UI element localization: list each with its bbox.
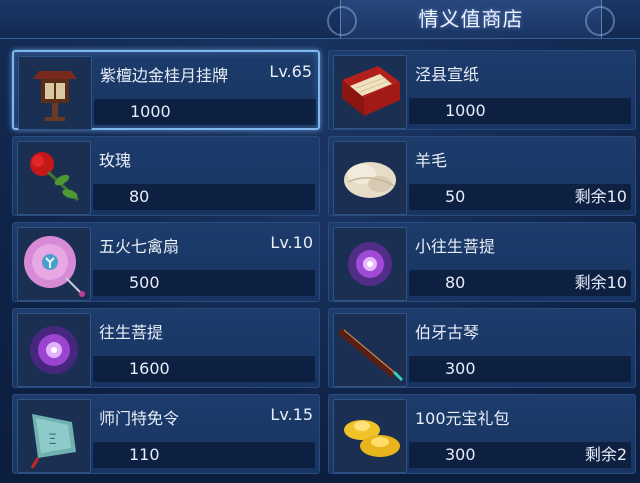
shop-item[interactable]: 羊毛 50 剩余10 <box>328 136 636 216</box>
paper-box-icon <box>333 55 407 129</box>
item-price: 500 <box>129 273 160 292</box>
item-remaining: 剩余10 <box>574 187 627 206</box>
price-bar: 1000 <box>94 99 316 125</box>
title-plate: 情义值商店 <box>327 0 615 38</box>
item-name: 泾县宣纸 <box>415 65 480 84</box>
price-bar: 1000 <box>409 98 631 124</box>
shop-item[interactable]: 玫瑰 80 <box>12 136 320 216</box>
shop-item[interactable]: 100元宝礼包 300 剩余2 <box>328 394 636 474</box>
item-name: 小往生菩提 <box>415 237 496 256</box>
price-bar: 1600 <box>93 356 315 382</box>
shop-item[interactable]: 泾县宣纸 1000 <box>328 50 636 130</box>
purple-flower-icon <box>17 313 91 387</box>
top-bar: 情义值商店 <box>0 0 640 39</box>
item-remaining: 剩余10 <box>574 273 627 292</box>
jade-token-icon: Ξ <box>17 399 91 473</box>
shop-title: 情义值商店 <box>418 7 524 31</box>
item-name: 羊毛 <box>415 151 448 170</box>
item-level: Lv.10 <box>270 233 313 252</box>
item-price: 300 <box>445 359 476 378</box>
item-price: 1000 <box>445 101 486 120</box>
item-price: 300 <box>445 445 476 464</box>
wooden-lantern-icon <box>18 56 92 130</box>
item-level: Lv.65 <box>269 62 312 81</box>
shop-item[interactable]: 小往生菩提 80 剩余10 <box>328 222 636 302</box>
item-remaining: 剩余2 <box>584 445 627 464</box>
wool-icon <box>333 141 407 215</box>
item-grid: 紫檀边金桂月挂牌 Lv.65 1000 泾县宣纸 1000 玫瑰 80 羊毛 5… <box>12 50 636 478</box>
item-price: 80 <box>445 273 466 292</box>
price-bar: 300 <box>409 356 631 382</box>
shop-item[interactable]: 紫檀边金桂月挂牌 Lv.65 1000 <box>12 50 320 130</box>
item-price: 1600 <box>129 359 170 378</box>
purple-flower-icon <box>333 227 407 301</box>
item-name: 伯牙古琴 <box>415 323 480 342</box>
item-name: 五火七禽扇 <box>99 237 180 256</box>
price-bar: 300 剩余2 <box>409 442 631 468</box>
item-price: 1000 <box>130 102 171 121</box>
item-price: 110 <box>129 445 160 464</box>
item-price: 50 <box>445 187 466 206</box>
item-name: 往生菩提 <box>99 323 164 342</box>
item-name: 紫檀边金桂月挂牌 <box>100 66 229 85</box>
item-price: 80 <box>129 187 150 206</box>
rose-icon <box>17 141 91 215</box>
feather-fan-icon <box>17 227 91 301</box>
gold-ingot-icon <box>333 399 407 473</box>
price-bar: 50 剩余10 <box>409 184 631 210</box>
shop-item[interactable]: 往生菩提 1600 <box>12 308 320 388</box>
item-name: 师门特免令 <box>99 409 180 428</box>
price-bar: 500 <box>93 270 315 296</box>
svg-text:Ξ: Ξ <box>48 432 57 448</box>
price-bar: 110 <box>93 442 315 468</box>
shop-item[interactable]: 伯牙古琴 300 <box>328 308 636 388</box>
shop-item[interactable]: 五火七禽扇 Lv.10 500 <box>12 222 320 302</box>
guqin-icon <box>333 313 407 387</box>
price-bar: 80 <box>93 184 315 210</box>
item-name: 100元宝礼包 <box>415 409 510 428</box>
item-name: 玫瑰 <box>99 151 132 170</box>
price-bar: 80 剩余10 <box>409 270 631 296</box>
shop-item[interactable]: Ξ 师门特免令 Lv.15 110 <box>12 394 320 474</box>
item-level: Lv.15 <box>270 405 313 424</box>
